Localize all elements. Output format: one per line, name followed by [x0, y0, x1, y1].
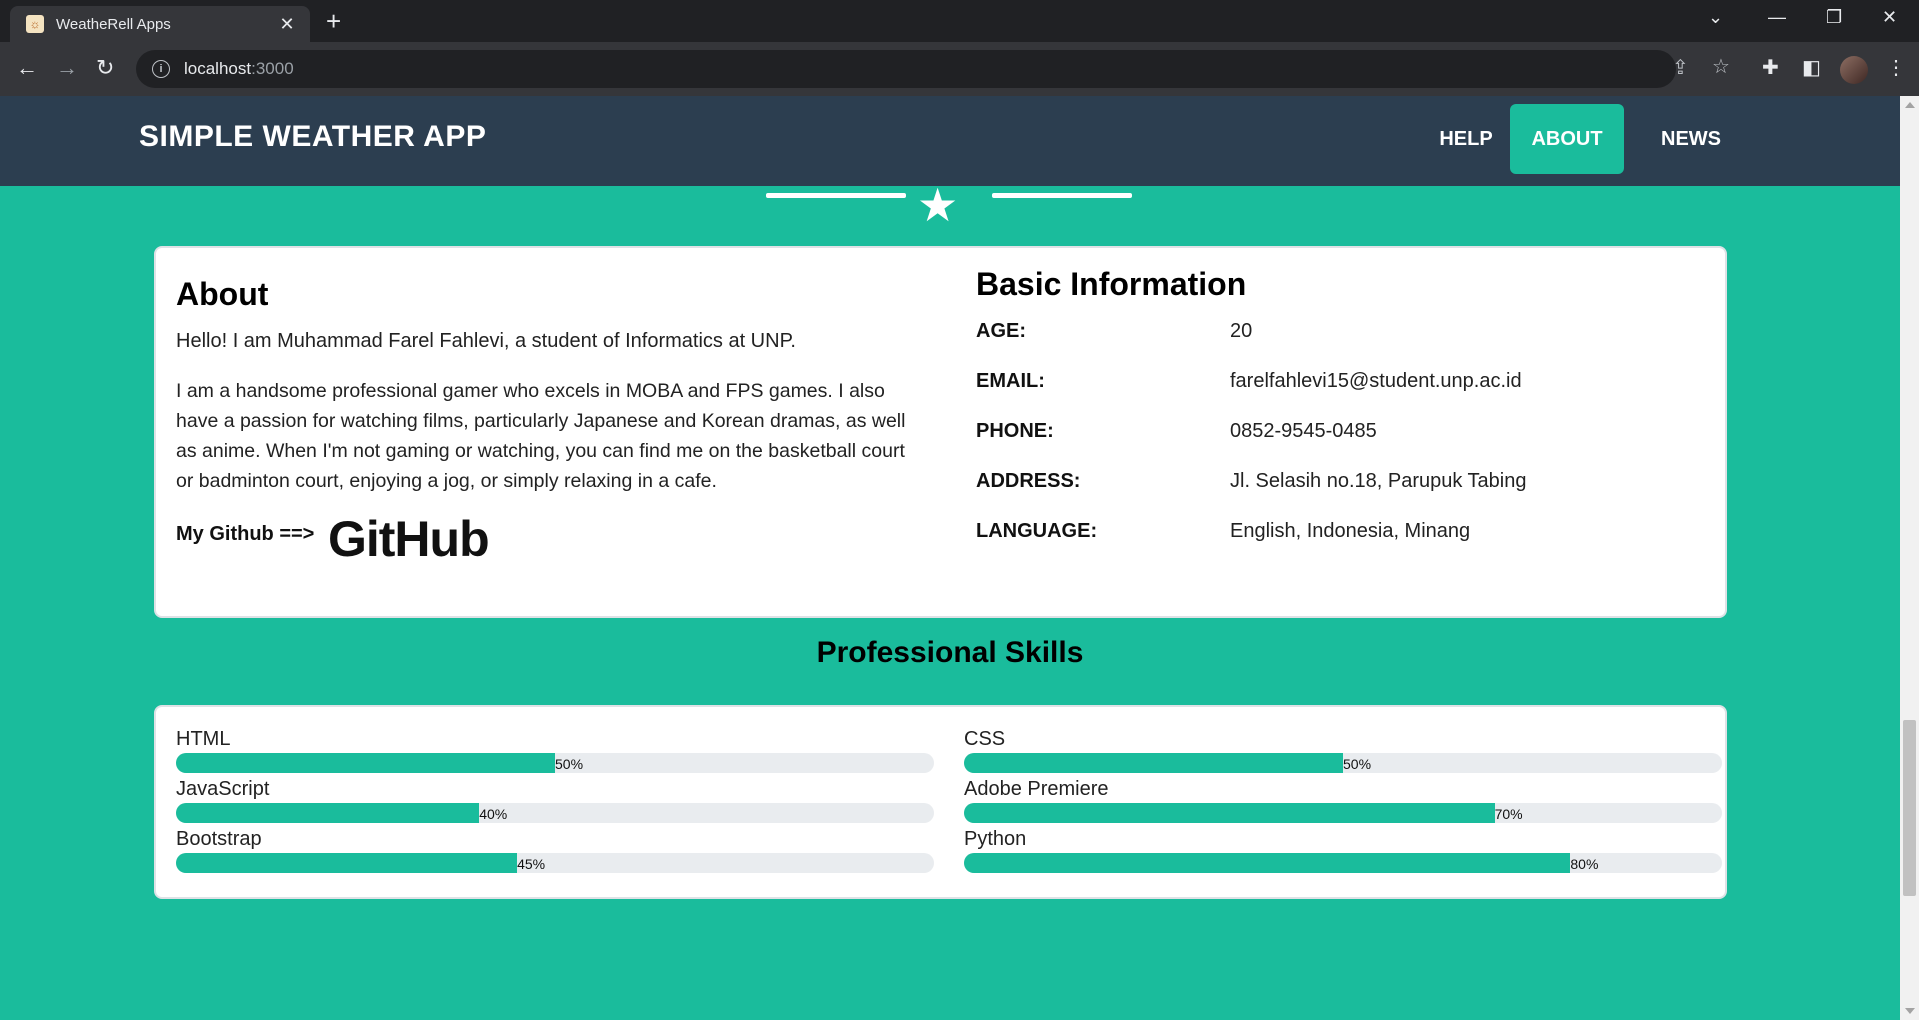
favicon-icon: ☼	[26, 15, 44, 33]
about-intro: Hello! I am Muhammad Farel Fahlevi, a st…	[176, 330, 796, 352]
site-navbar: SIMPLE WEATHER APP HELP ABOUT NEWS	[0, 96, 1900, 186]
scroll-down-arrow-icon[interactable]	[1905, 1008, 1915, 1014]
skill-progress-track: 50%	[964, 753, 1722, 773]
skill-name: Bootstrap	[176, 828, 262, 850]
skill-progress-fill	[964, 753, 1343, 773]
site-info-icon[interactable]: i	[152, 60, 170, 78]
info-value: English, Indonesia, Minang	[1230, 520, 1471, 542]
page-scrollbar[interactable]	[1900, 96, 1919, 1020]
close-tab-icon[interactable]: ✕	[276, 14, 298, 35]
info-row-language: LANGUAGE: English, Indonesia, Minang	[976, 520, 1696, 550]
skill-progress-track: 50%	[176, 753, 934, 773]
nav-about[interactable]: ABOUT	[1510, 104, 1624, 174]
skill-name: CSS	[964, 728, 1006, 750]
github-logo-link[interactable]: GitHub	[328, 510, 490, 568]
about-bio: I am a handsome professional gamer who e…	[176, 380, 906, 492]
skill-progress-track: 70%	[964, 803, 1722, 823]
minimize-icon[interactable]: —	[1768, 7, 1786, 28]
skill-progress-track: 40%	[176, 803, 934, 823]
info-label: ADDRESS:	[976, 470, 1081, 492]
skill-css: CSS 50%	[964, 727, 1722, 773]
skill-percent: 40%	[479, 806, 508, 822]
skill-name: HTML	[176, 728, 231, 750]
skill-progress-fill	[176, 753, 555, 773]
info-label: PHONE:	[976, 420, 1054, 442]
skills-card: HTML 50% CSS 50% JavaScript 40% Adobe Pr…	[154, 705, 1727, 899]
site-brand[interactable]: SIMPLE WEATHER APP	[139, 120, 486, 154]
new-tab-button[interactable]: +	[326, 7, 341, 35]
info-value: 0852-9545-0485	[1230, 420, 1377, 442]
info-value: Jl. Selasih no.18, Parupuk Tabing	[1230, 470, 1527, 492]
info-label: EMAIL:	[976, 370, 1045, 392]
share-icon[interactable]: ⇪	[1672, 55, 1689, 80]
star-icon: ★	[917, 179, 959, 231]
scroll-up-arrow-icon[interactable]	[1905, 102, 1915, 108]
skill-progress-fill	[964, 853, 1571, 873]
skill-name: Python	[964, 828, 1027, 850]
divider-line-right	[992, 193, 1132, 198]
reload-icon[interactable]: ↻	[96, 55, 114, 81]
about-heading: About	[176, 276, 269, 312]
skill-name: JavaScript	[176, 778, 270, 800]
address-bar[interactable]: i localhost:3000	[136, 50, 1676, 88]
url-port: :3000	[251, 59, 294, 78]
profile-avatar[interactable]	[1840, 56, 1868, 84]
restore-icon[interactable]: ❐	[1826, 7, 1842, 28]
forward-icon[interactable]: →	[56, 55, 78, 81]
skill-percent: 70%	[1494, 806, 1523, 822]
skills-title: Professional Skills	[816, 636, 1084, 669]
tab-title: WeatheRell Apps	[56, 15, 171, 33]
bookmark-star-icon[interactable]: ☆	[1712, 54, 1730, 79]
info-value: farelfahlevi15@student.unp.ac.id	[1230, 370, 1522, 392]
about-card: About Hello! I am Muhammad Farel Fahlevi…	[154, 246, 1727, 618]
skill-progress-fill	[964, 803, 1495, 823]
skill-percent: 80%	[1570, 856, 1599, 872]
menu-icon[interactable]: ⋮	[1886, 55, 1906, 80]
skill-name: Adobe Premiere	[964, 778, 1109, 800]
info-value: 20	[1230, 320, 1253, 342]
skill-progress-track: 80%	[964, 853, 1722, 873]
info-row-email: EMAIL: farelfahlevi15@student.unp.ac.id	[976, 370, 1696, 400]
skill-javascript: JavaScript 40%	[176, 777, 934, 823]
divider-line-left	[766, 193, 906, 198]
skill-percent: 50%	[555, 756, 584, 772]
info-label: LANGUAGE:	[976, 520, 1098, 542]
skill-progress-fill	[176, 853, 518, 873]
url-host: localhost	[184, 59, 252, 78]
page-viewport: SIMPLE WEATHER APP HELP ABOUT NEWS ★ Abo…	[0, 96, 1900, 1020]
browser-tab-bar: ☼ WeatheRell Apps ✕ + ⌄ — ❐ ✕	[0, 0, 1919, 42]
tab-search-icon[interactable]: ⌄	[1708, 7, 1723, 28]
github-label: My Github ==>	[176, 523, 315, 545]
nav-help[interactable]: HELP	[1424, 104, 1508, 174]
back-icon[interactable]: ←	[16, 55, 38, 81]
skill-progress-track: 45%	[176, 853, 934, 873]
skill-python: Python 80%	[964, 827, 1722, 873]
extensions-icon[interactable]: ✚	[1762, 55, 1779, 80]
info-row-phone: PHONE: 0852-9545-0485	[976, 420, 1696, 450]
skill-adobe-premiere: Adobe Premiere 70%	[964, 777, 1722, 823]
close-window-icon[interactable]: ✕	[1882, 7, 1897, 28]
skill-progress-fill	[176, 803, 480, 823]
skill-percent: 50%	[1343, 756, 1372, 772]
info-row-address: ADDRESS: Jl. Selasih no.18, Parupuk Tabi…	[976, 470, 1696, 500]
side-panel-icon[interactable]: ◧	[1802, 55, 1821, 80]
info-label: AGE:	[976, 320, 1026, 342]
browser-toolbar: ← → ↻ i localhost:3000 ⇪ ☆ ✚ ◧ ⋮	[0, 42, 1919, 96]
browser-tab[interactable]: ☼ WeatheRell Apps ✕	[10, 6, 310, 42]
basic-info-heading: Basic Information	[976, 266, 1247, 302]
skill-html: HTML 50%	[176, 727, 934, 773]
nav-news[interactable]: NEWS	[1646, 104, 1736, 174]
skill-percent: 45%	[517, 856, 546, 872]
skill-bootstrap: Bootstrap 45%	[176, 827, 934, 873]
info-row-age: AGE: 20	[976, 320, 1696, 350]
scrollbar-thumb[interactable]	[1903, 720, 1916, 896]
